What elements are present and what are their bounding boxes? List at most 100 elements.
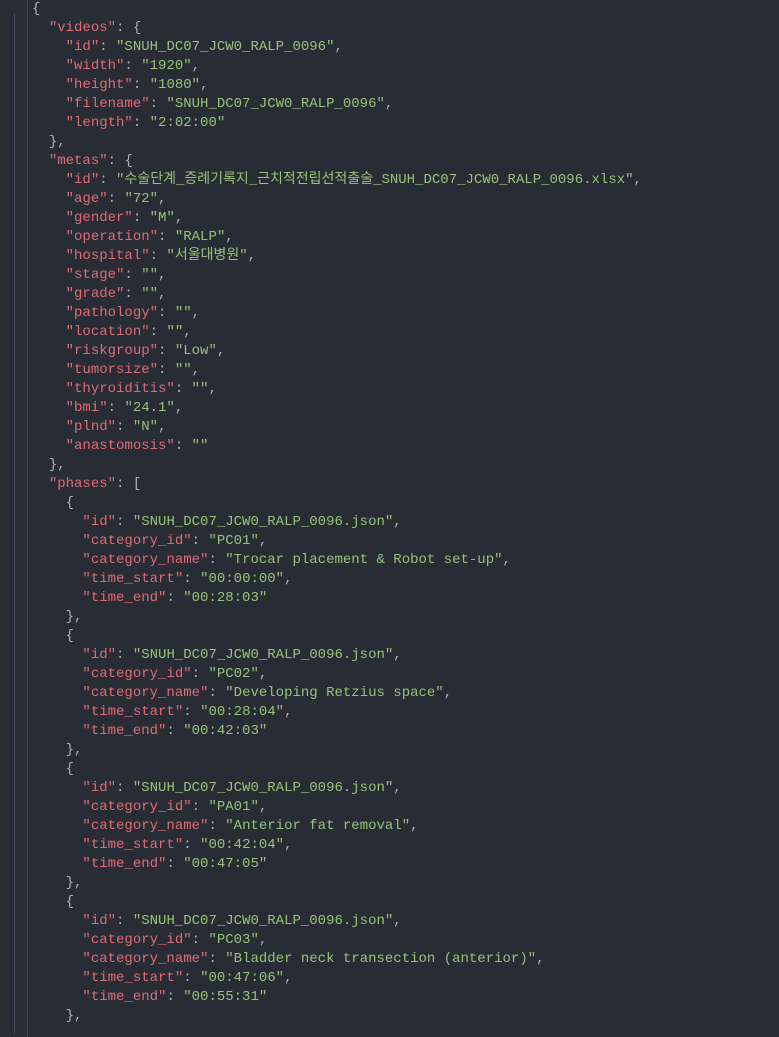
json-punct: , bbox=[208, 381, 216, 397]
json-string: "72" bbox=[124, 191, 158, 207]
json-punct bbox=[32, 951, 82, 967]
code-line[interactable]: "height": "1080", bbox=[32, 76, 642, 95]
json-punct: : bbox=[166, 856, 183, 872]
json-punct bbox=[32, 248, 66, 264]
code-line[interactable]: "time_start": "00:47:06", bbox=[32, 969, 642, 988]
code-line[interactable]: "category_id": "PC01", bbox=[32, 532, 642, 551]
json-punct: , bbox=[334, 39, 342, 55]
code-area[interactable]: { "videos": { "id": "SNUH_DC07_JCW0_RALP… bbox=[28, 0, 650, 1037]
json-punct: [ bbox=[133, 476, 141, 492]
code-line[interactable]: "hospital": "서울대병원", bbox=[32, 247, 642, 266]
json-punct bbox=[32, 495, 66, 511]
code-line[interactable]: { bbox=[32, 0, 642, 19]
json-punct bbox=[32, 77, 66, 93]
json-punct bbox=[32, 875, 66, 891]
json-punct: : bbox=[99, 39, 116, 55]
json-punct: , bbox=[536, 951, 544, 967]
code-line[interactable]: "time_start": "00:00:00", bbox=[32, 570, 642, 589]
code-line[interactable]: "category_name": "Bladder neck transecti… bbox=[32, 950, 642, 969]
code-line[interactable]: "grade": "", bbox=[32, 285, 642, 304]
code-editor[interactable]: { "videos": { "id": "SNUH_DC07_JCW0_RALP… bbox=[0, 0, 779, 1037]
code-line[interactable]: "plnd": "N", bbox=[32, 418, 642, 437]
code-line[interactable]: "id": "수술단계_증례기록지_근치적전립선적출술_SNUH_DC07_JC… bbox=[32, 171, 642, 190]
json-punct bbox=[32, 39, 66, 55]
json-punct: , bbox=[248, 248, 256, 264]
code-line[interactable]: "metas": { bbox=[32, 152, 642, 171]
code-line[interactable]: }, bbox=[32, 874, 642, 893]
code-line[interactable]: "riskgroup": "Low", bbox=[32, 342, 642, 361]
code-line[interactable]: { bbox=[32, 627, 642, 646]
code-line[interactable]: "length": "2:02:00" bbox=[32, 114, 642, 133]
json-key: "category_id" bbox=[82, 666, 191, 682]
code-line[interactable]: "location": "", bbox=[32, 323, 642, 342]
code-line[interactable]: "id": "SNUH_DC07_JCW0_RALP_0096.json", bbox=[32, 513, 642, 532]
code-line[interactable]: "category_name": "Trocar placement & Rob… bbox=[32, 551, 642, 570]
json-punct: : bbox=[175, 438, 192, 454]
code-line[interactable]: "gender": "M", bbox=[32, 209, 642, 228]
code-line[interactable]: { bbox=[32, 494, 642, 513]
code-line[interactable]: "id": "SNUH_DC07_JCW0_RALP_0096.json", bbox=[32, 779, 642, 798]
code-line[interactable]: "width": "1920", bbox=[32, 57, 642, 76]
code-line[interactable]: "anastomosis": "" bbox=[32, 437, 642, 456]
code-line[interactable]: "operation": "RALP", bbox=[32, 228, 642, 247]
json-key: "gender" bbox=[66, 210, 133, 226]
code-line[interactable]: "videos": { bbox=[32, 19, 642, 38]
json-punct: , bbox=[503, 552, 511, 568]
code-line[interactable]: "category_id": "PC03", bbox=[32, 931, 642, 950]
json-punct: { bbox=[66, 894, 74, 910]
json-punct: : bbox=[192, 666, 209, 682]
json-punct: : bbox=[99, 172, 116, 188]
json-key: "plnd" bbox=[66, 419, 116, 435]
json-key: "riskgroup" bbox=[66, 343, 158, 359]
code-line[interactable]: "time_end": "00:55:31" bbox=[32, 988, 642, 1007]
code-line[interactable]: "phases": [ bbox=[32, 475, 642, 494]
json-punct: : bbox=[208, 552, 225, 568]
code-line[interactable]: "thyroiditis": "", bbox=[32, 380, 642, 399]
code-line[interactable]: { bbox=[32, 893, 642, 912]
code-line[interactable]: "time_start": "00:42:04", bbox=[32, 836, 642, 855]
json-punct bbox=[32, 381, 66, 397]
code-line[interactable]: "stage": "", bbox=[32, 266, 642, 285]
code-line[interactable]: "category_id": "PC02", bbox=[32, 665, 642, 684]
code-line[interactable]: "category_id": "PA01", bbox=[32, 798, 642, 817]
code-line[interactable]: "tumorsize": "", bbox=[32, 361, 642, 380]
code-line[interactable]: "time_end": "00:47:05" bbox=[32, 855, 642, 874]
code-line[interactable]: "age": "72", bbox=[32, 190, 642, 209]
json-punct: , bbox=[393, 913, 401, 929]
code-line[interactable]: }, bbox=[32, 608, 642, 627]
json-string: "00:42:04" bbox=[200, 837, 284, 853]
json-punct: : bbox=[150, 96, 167, 112]
json-string: "" bbox=[175, 305, 192, 321]
code-line[interactable]: "filename": "SNUH_DC07_JCW0_RALP_0096", bbox=[32, 95, 642, 114]
json-key: "pathology" bbox=[66, 305, 158, 321]
code-line[interactable]: "id": "SNUH_DC07_JCW0_RALP_0096.json", bbox=[32, 646, 642, 665]
json-punct bbox=[32, 533, 82, 549]
code-line[interactable]: }, bbox=[32, 456, 642, 475]
json-punct: , bbox=[192, 58, 200, 74]
code-line[interactable]: }, bbox=[32, 741, 642, 760]
code-line[interactable]: "id": "SNUH_DC07_JCW0_RALP_0096.json", bbox=[32, 912, 642, 931]
json-key: "location" bbox=[66, 324, 150, 340]
json-key: "phases" bbox=[49, 476, 116, 492]
json-punct: : bbox=[166, 590, 183, 606]
json-punct bbox=[32, 153, 49, 169]
code-line[interactable]: "bmi": "24.1", bbox=[32, 399, 642, 418]
json-punct bbox=[32, 210, 66, 226]
json-punct: : bbox=[116, 514, 133, 530]
json-punct: : bbox=[116, 419, 133, 435]
code-line[interactable]: }, bbox=[32, 1007, 642, 1026]
code-line[interactable]: "category_name": "Anterior fat removal", bbox=[32, 817, 642, 836]
code-line[interactable]: { bbox=[32, 760, 642, 779]
json-string: "Trocar placement & Robot set-up" bbox=[225, 552, 502, 568]
code-line[interactable]: }, bbox=[32, 133, 642, 152]
code-line[interactable]: "time_end": "00:28:03" bbox=[32, 589, 642, 608]
json-punct bbox=[32, 438, 66, 454]
code-line[interactable]: "pathology": "", bbox=[32, 304, 642, 323]
code-line[interactable]: "category_name": "Developing Retzius spa… bbox=[32, 684, 642, 703]
code-line[interactable]: "time_start": "00:28:04", bbox=[32, 703, 642, 722]
json-string: "Low" bbox=[175, 343, 217, 359]
code-line[interactable]: "time_end": "00:42:03" bbox=[32, 722, 642, 741]
json-string: "" bbox=[175, 362, 192, 378]
json-punct bbox=[32, 400, 66, 416]
code-line[interactable]: "id": "SNUH_DC07_JCW0_RALP_0096", bbox=[32, 38, 642, 57]
